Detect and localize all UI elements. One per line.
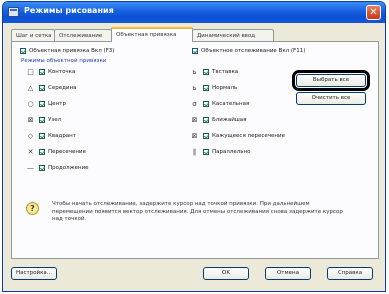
drafting-settings-dialog: Режимы рисования ✕ Шаг и сетка Отслежива… bbox=[2, 1, 386, 292]
intersection-icon: ✕ bbox=[27, 148, 34, 156]
options-button[interactable]: Настройка... bbox=[11, 267, 57, 280]
snap-mode-quadrant[interactable]: ◇ Квадрант bbox=[26, 132, 76, 142]
endpoint-icon: □ bbox=[27, 68, 34, 76]
midpoint-label: Середина bbox=[48, 85, 77, 91]
snap-mode-insertion[interactable]: ь Твставка bbox=[190, 68, 238, 78]
help-hint-icon: ? bbox=[26, 202, 39, 215]
otrack-on-option[interactable]: Объектное отслеживание Вкл (F11) bbox=[192, 48, 305, 55]
clear-all-button[interactable]: Очистить все bbox=[296, 92, 366, 105]
help-button[interactable]: Справка bbox=[327, 267, 373, 280]
tangent-label: Касательная bbox=[212, 101, 250, 107]
parallel-icon: ∥ bbox=[192, 148, 197, 156]
extension-icon: — bbox=[27, 164, 34, 172]
close-button[interactable]: ✕ bbox=[366, 5, 381, 20]
quadrant-icon: ◇ bbox=[27, 132, 34, 140]
nearest-label: Ближайшая bbox=[212, 117, 247, 123]
snap-mode-parallel[interactable]: ∥ Параллельно bbox=[190, 148, 251, 158]
app-icon bbox=[8, 7, 19, 17]
object-snap-panel: Объектная привязка Вкл (F3) Объектное от… bbox=[11, 41, 379, 259]
quadrant-checkbox[interactable] bbox=[39, 133, 45, 139]
osnap-on-option[interactable]: Объектная привязка Вкл (F3) bbox=[20, 48, 114, 55]
window-title: Режимы рисования bbox=[24, 6, 114, 15]
snap-mode-midpoint[interactable]: △ Середина bbox=[26, 84, 77, 94]
midpoint-icon: △ bbox=[27, 84, 34, 92]
osnap-on-checkbox[interactable] bbox=[20, 48, 26, 54]
tangent-checkbox[interactable] bbox=[203, 101, 209, 107]
node-label: Узел bbox=[48, 117, 62, 123]
osnap-on-label: Объектная привязка Вкл (F3) bbox=[29, 48, 115, 54]
center-label: Центр bbox=[48, 101, 66, 107]
endpoint-checkbox[interactable] bbox=[39, 69, 45, 75]
extension-label: Продолжение bbox=[48, 165, 89, 171]
center-icon: ○ bbox=[27, 100, 34, 108]
tab-snap-grid[interactable]: Шаг и сетка bbox=[11, 29, 55, 41]
snap-mode-apparent-intersection[interactable]: ⊠ Кажущееся пересечение bbox=[190, 132, 285, 142]
snap-modes-group-label: Режимы объектной привязки bbox=[21, 58, 107, 64]
parallel-label: Параллельно bbox=[212, 149, 251, 155]
select-all-button[interactable]: Выбрать все bbox=[292, 70, 370, 91]
otrack-on-checkbox[interactable] bbox=[192, 48, 198, 54]
quadrant-label: Квадрант bbox=[48, 133, 76, 139]
intersection-checkbox[interactable] bbox=[39, 149, 45, 155]
parallel-checkbox[interactable] bbox=[203, 149, 209, 155]
cancel-button[interactable]: Отмена bbox=[265, 267, 311, 280]
node-checkbox[interactable] bbox=[39, 117, 45, 123]
perpendicular-checkbox[interactable] bbox=[203, 85, 209, 91]
snap-mode-intersection[interactable]: ✕ Пересечение bbox=[26, 148, 86, 158]
nearest-checkbox[interactable] bbox=[203, 117, 209, 123]
apparent-intersection-label: Кажущееся пересечение bbox=[212, 133, 285, 139]
snap-mode-extension[interactable]: — Продолжение bbox=[26, 164, 89, 174]
snap-mode-perpendicular[interactable]: ь Нормаль bbox=[190, 84, 237, 94]
snap-mode-node[interactable]: ⊠ Узел bbox=[26, 116, 62, 126]
snap-mode-center[interactable]: ○ Центр bbox=[26, 100, 66, 110]
perpendicular-label: Нормаль bbox=[212, 85, 238, 91]
insertion-checkbox[interactable] bbox=[203, 69, 209, 75]
apparent-intersection-icon: ⊠ bbox=[191, 132, 198, 140]
center-checkbox[interactable] bbox=[39, 101, 45, 107]
title-bar[interactable]: Режимы рисования ✕ bbox=[3, 2, 385, 23]
node-icon: ⊠ bbox=[27, 116, 34, 124]
ok-button[interactable]: OK bbox=[203, 267, 249, 280]
snap-mode-nearest[interactable]: ⊠ Ближайшая bbox=[190, 116, 247, 126]
midpoint-checkbox[interactable] bbox=[39, 85, 45, 91]
nearest-icon: ⊠ bbox=[191, 116, 198, 124]
tangent-icon: σ bbox=[192, 100, 197, 108]
insertion-icon: ь bbox=[192, 68, 197, 76]
tab-dynamic-input[interactable]: Динамический ввод bbox=[192, 29, 274, 41]
snap-mode-tangent[interactable]: σ Касательная bbox=[190, 100, 249, 110]
perpendicular-icon: ь bbox=[192, 84, 197, 92]
otrack-on-label: Объектное отслеживание Вкл (F11) bbox=[201, 48, 306, 54]
tracking-hint-text: Чтобы начать отслеживание, задержите кур… bbox=[52, 201, 343, 222]
apparent-intersection-checkbox[interactable] bbox=[203, 133, 209, 139]
tab-tracking[interactable]: Отслеживание bbox=[54, 29, 112, 41]
tab-object-snap[interactable]: Объектная привязка bbox=[111, 27, 193, 42]
insertion-label: Твставка bbox=[212, 69, 239, 75]
endpoint-label: Конточка bbox=[48, 69, 76, 75]
intersection-label: Пересечение bbox=[48, 149, 86, 155]
snap-mode-endpoint[interactable]: □ Конточка bbox=[26, 68, 75, 78]
extension-checkbox[interactable] bbox=[39, 165, 45, 171]
